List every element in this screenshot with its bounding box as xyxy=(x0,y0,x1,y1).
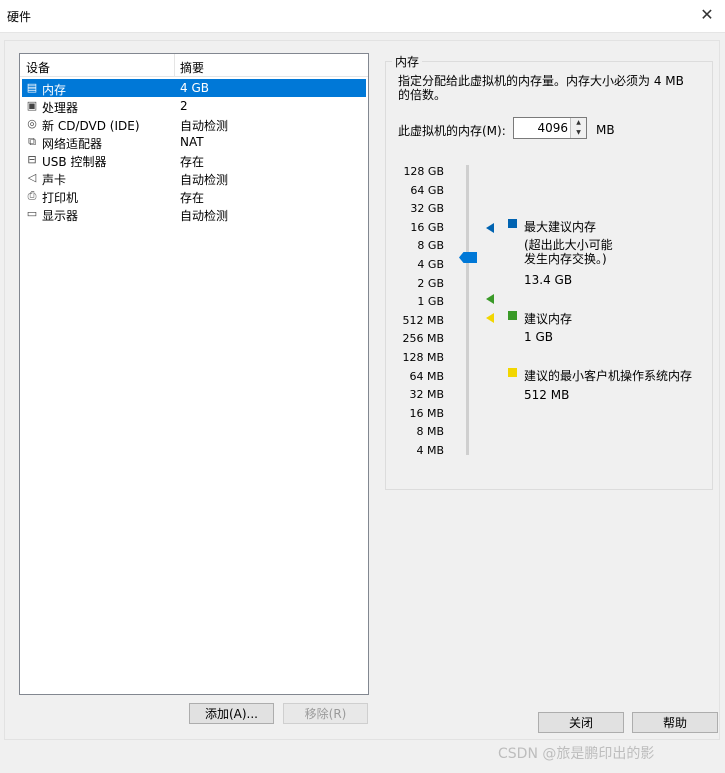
column-header-summary[interactable]: 摘要 xyxy=(180,59,204,76)
min-guest-legend-icon xyxy=(508,368,517,377)
usb-icon: ⊟ xyxy=(27,153,37,166)
scale-label: 8 GB xyxy=(417,239,444,253)
add-button[interactable]: 添加(A)... xyxy=(189,703,274,724)
scale-label: 128 MB xyxy=(402,351,444,364)
device-row-memory[interactable]: ▤ 内存 4 GB xyxy=(22,79,366,97)
device-row-cpu[interactable]: ▣ 处理器 2 xyxy=(22,97,366,115)
scale-label: 64 MB xyxy=(409,369,444,383)
device-name: 显示器 xyxy=(42,209,79,223)
device-name: 网络适配器 xyxy=(42,137,103,151)
memory-slider-thumb[interactable] xyxy=(459,252,477,263)
device-row-display[interactable]: ▭ 显示器 自动检测 xyxy=(22,205,366,223)
hardware-panel: 设备 摘要 ▤ 内存 4 GB ▣ 处理器 2 ◎ 新 CD/DVD (IDE)… xyxy=(4,40,720,740)
device-name: 新 CD/DVD (IDE) xyxy=(42,119,140,133)
device-row-cd-dvd[interactable]: ◎ 新 CD/DVD (IDE) 自动检测 xyxy=(22,115,366,133)
watermark: CSDN @旅是鹏印出的影 xyxy=(498,746,655,762)
device-row-usb[interactable]: ⊟ USB 控制器 存在 xyxy=(22,151,366,169)
max-recommended-legend-icon xyxy=(508,219,517,228)
scale-label: 4 GB xyxy=(417,258,444,271)
device-list-header: 设备 摘要 xyxy=(20,54,368,77)
device-summary: 存在 xyxy=(180,191,205,205)
recommended-legend-icon xyxy=(508,311,517,320)
column-header-device[interactable]: 设备 xyxy=(26,59,50,76)
device-summary: 自动检测 xyxy=(180,209,229,223)
scale-label: 2 GB xyxy=(417,276,444,290)
device-summary: 2 xyxy=(180,99,188,113)
speaker-icon: ◁ xyxy=(27,171,37,184)
memory-group-title: 内存 xyxy=(392,53,423,70)
scale-label: 32 MB xyxy=(409,388,444,402)
scale-label: 4 MB xyxy=(416,444,444,457)
device-name: 处理器 xyxy=(42,101,79,115)
device-row-network[interactable]: ⧉ 网络适配器 NAT xyxy=(22,133,366,151)
spin-up-icon[interactable]: ▲ xyxy=(570,118,586,128)
scale-label: 1 GB xyxy=(417,295,444,309)
scale-label: 16 GB xyxy=(410,220,444,234)
memory-icon: ▤ xyxy=(26,81,38,94)
device-name: 声卡 xyxy=(42,173,67,187)
close-button[interactable]: 关闭 xyxy=(538,712,624,733)
remove-button[interactable]: 移除(R) xyxy=(283,703,368,724)
monitor-icon: ▭ xyxy=(26,207,38,220)
device-name: USB 控制器 xyxy=(42,155,107,169)
device-name: 打印机 xyxy=(42,191,79,205)
network-icon: ⧉ xyxy=(28,135,36,148)
memory-spinbox[interactable]: 4096 ▲ ▼ xyxy=(513,117,587,139)
recommended-label: 建议内存 xyxy=(524,312,573,326)
device-summary: 自动检测 xyxy=(180,119,229,133)
device-summary: 自动检测 xyxy=(180,173,229,187)
memory-value[interactable]: 4096 xyxy=(537,121,568,135)
device-row-printer[interactable]: ⎙ 打印机 存在 xyxy=(22,187,366,205)
min-guest-label: 建议的最小客户机操作系统内存 xyxy=(524,369,693,383)
scale-label: 512 MB xyxy=(402,313,444,327)
memory-slider-track[interactable] xyxy=(466,165,469,455)
spin-down-icon[interactable]: ▼ xyxy=(570,128,586,138)
recommended-marker xyxy=(486,294,494,304)
max-recommended-note: (超出此大小可能发生内存交换。) xyxy=(524,238,613,266)
max-recommended-marker xyxy=(486,223,494,233)
scale-label: 256 MB xyxy=(402,332,444,346)
recommended-value: 1 GB xyxy=(524,330,553,344)
scale-label: 128 GB xyxy=(403,165,444,178)
printer-icon: ⎙ xyxy=(27,189,37,202)
device-summary: NAT xyxy=(180,135,204,149)
column-separator[interactable] xyxy=(174,54,175,76)
scale-label: 64 GB xyxy=(410,183,444,197)
scale-label: 8 MB xyxy=(416,425,444,439)
cpu-icon: ▣ xyxy=(26,99,38,112)
device-list[interactable]: 设备 摘要 ▤ 内存 4 GB ▣ 处理器 2 ◎ 新 CD/DVD (IDE)… xyxy=(19,53,369,695)
memory-unit: MB xyxy=(596,123,615,137)
max-recommended-value: 13.4 GB xyxy=(524,273,573,287)
cd-dvd-icon: ◎ xyxy=(27,117,37,130)
window-title: 硬件 xyxy=(7,10,32,24)
device-summary: 4 GB xyxy=(180,81,209,95)
min-guest-value: 512 MB xyxy=(524,388,570,402)
device-row-sound[interactable]: ◁ 声卡 自动检测 xyxy=(22,169,366,187)
scale-label: 32 GB xyxy=(410,202,444,216)
memory-description: 指定分配给此虚拟机的内存量。内存大小必须为 4 MB 的倍数。 xyxy=(398,74,684,102)
device-name: 内存 xyxy=(42,83,67,97)
memory-field-label: 此虚拟机的内存(M): xyxy=(398,124,506,138)
close-icon[interactable]: ✕ xyxy=(695,4,719,26)
title-bar: 硬件 ✕ xyxy=(0,0,725,33)
scale-label: 16 MB xyxy=(409,406,444,420)
memory-group: 内存 指定分配给此虚拟机的内存量。内存大小必须为 4 MB 的倍数。 此虚拟机的… xyxy=(385,53,713,490)
min-guest-marker xyxy=(486,313,494,323)
max-recommended-label: 最大建议内存 xyxy=(524,220,597,234)
device-summary: 存在 xyxy=(180,155,205,169)
help-button[interactable]: 帮助 xyxy=(632,712,718,733)
